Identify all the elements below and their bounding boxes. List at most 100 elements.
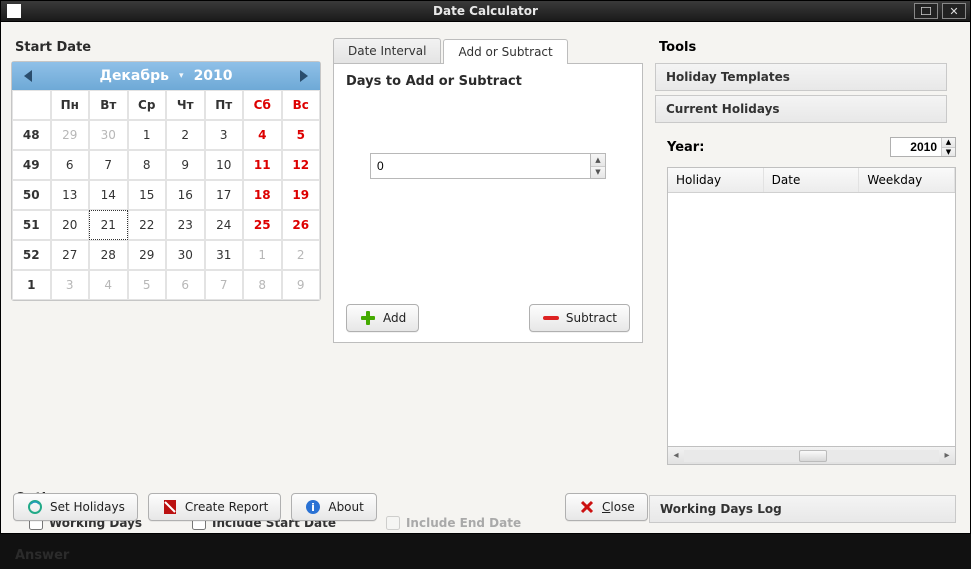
calendar-week-number: 48 [12, 120, 51, 150]
calendar-day[interactable]: 2 [166, 120, 205, 150]
holidays-table: Holiday Date Weekday [667, 167, 956, 447]
calendar-day[interactable]: 5 [282, 120, 321, 150]
scroll-grip[interactable] [799, 450, 827, 462]
info-icon: i [304, 498, 322, 516]
svg-text:i: i [311, 501, 315, 514]
days-spinner: ▲ ▼ [370, 153, 606, 179]
calendar-day[interactable]: 7 [89, 150, 128, 180]
calendar-day[interactable]: 7 [205, 270, 244, 300]
horizontal-scrollbar[interactable]: ◂ ▸ [667, 447, 956, 465]
calendar-day[interactable]: 26 [282, 210, 321, 240]
calendar-day[interactable]: 9 [166, 150, 205, 180]
set-holidays-label: Set Holidays [50, 500, 125, 514]
close-button[interactable]: Close [565, 493, 648, 521]
about-button[interactable]: i About [291, 493, 376, 521]
calendar-day[interactable]: 3 [51, 270, 90, 300]
days-input[interactable] [370, 153, 590, 179]
calendar-day[interactable]: 10 [205, 150, 244, 180]
scroll-right-button[interactable]: ▸ [939, 450, 955, 461]
calendar-day[interactable]: 25 [243, 210, 282, 240]
calendar-weekday-header: Ср [128, 90, 167, 120]
calendar-day[interactable]: 8 [128, 150, 167, 180]
calendar-day[interactable]: 17 [205, 180, 244, 210]
calendar-prev-button[interactable] [16, 65, 42, 87]
col-weekday[interactable]: Weekday [859, 168, 955, 192]
calendar-day[interactable]: 23 [166, 210, 205, 240]
middle-column: Date Interval Add or Subtract Days to Ad… [333, 30, 643, 465]
include-end-input [386, 516, 400, 530]
pdf-icon [161, 498, 179, 516]
calendar-year[interactable]: 2010 [194, 68, 233, 84]
include-end-checkbox: Include End Date [386, 516, 521, 530]
calendar-day[interactable]: 4 [89, 270, 128, 300]
calendar-weekday-header: Вт [89, 90, 128, 120]
calendar-day[interactable]: 15 [128, 180, 167, 210]
calendar-day[interactable]: 8 [243, 270, 282, 300]
tab-date-interval[interactable]: Date Interval [333, 38, 441, 63]
calendar-month[interactable]: Декабрь [99, 68, 169, 84]
window-close-button[interactable]: ✕ [942, 3, 966, 19]
tab-add-or-subtract[interactable]: Add or Subtract [443, 39, 567, 64]
calendar-weekday-header: Вс [282, 90, 321, 120]
calendar-weekday-header: Пн [51, 90, 90, 120]
add-button[interactable]: Add [346, 304, 419, 332]
start-date-label: Start Date [15, 40, 321, 55]
left-column: Start Date Декабрь▾ 2010 ПнВтСрЧтПтСбВс4… [11, 30, 321, 465]
calendar-day[interactable]: 12 [282, 150, 321, 180]
subtract-button-label: Subtract [566, 311, 617, 325]
calendar-day[interactable]: 19 [282, 180, 321, 210]
calendar-day[interactable]: 5 [128, 270, 167, 300]
scroll-track[interactable] [684, 450, 939, 462]
col-holiday[interactable]: Holiday [668, 168, 764, 192]
year-spinner: ▲ ▼ [890, 137, 956, 157]
subtract-button[interactable]: Subtract [529, 304, 630, 332]
year-input[interactable] [891, 138, 941, 156]
calendar-day[interactable]: 13 [51, 180, 90, 210]
calendar-day[interactable]: 29 [51, 120, 90, 150]
calendar-day[interactable]: 6 [51, 150, 90, 180]
calendar-day[interactable]: 20 [51, 210, 90, 240]
close-icon [578, 498, 596, 516]
accordion-working-days-log[interactable]: Working Days Log [649, 495, 956, 523]
calendar-day[interactable]: 4 [243, 120, 282, 150]
right-column: Tools Holiday Templates Current Holidays… [655, 30, 960, 465]
calendar-day[interactable]: 18 [243, 180, 282, 210]
col-date[interactable]: Date [764, 168, 860, 192]
window-maximize-button[interactable] [914, 3, 938, 19]
accordion-current-holidays[interactable]: Current Holidays [655, 95, 947, 123]
create-report-button[interactable]: Create Report [148, 493, 281, 521]
calendar-day[interactable]: 16 [166, 180, 205, 210]
calendar-day[interactable]: 30 [166, 240, 205, 270]
calendar-day[interactable]: 3 [205, 120, 244, 150]
calendar-weekday-header: Чт [166, 90, 205, 120]
year-up-button[interactable]: ▲ [942, 138, 955, 148]
include-end-label: Include End Date [406, 516, 521, 530]
spinner-up-button[interactable]: ▲ [591, 154, 605, 167]
calendar-day[interactable]: 31 [205, 240, 244, 270]
spinner-down-button[interactable]: ▼ [591, 167, 605, 179]
calendar-day[interactable]: 14 [89, 180, 128, 210]
calendar-day[interactable]: 24 [205, 210, 244, 240]
calendar-week-number: 52 [12, 240, 51, 270]
year-down-button[interactable]: ▼ [942, 148, 955, 157]
calendar-day[interactable]: 22 [128, 210, 167, 240]
calendar-grid: ПнВтСрЧтПтСбВс48293012345496789101112501… [12, 90, 320, 300]
calendar-next-button[interactable] [290, 65, 316, 87]
calendar-day[interactable]: 9 [282, 270, 321, 300]
calendar-day[interactable]: 29 [128, 240, 167, 270]
calendar-weeknum-header [12, 90, 51, 120]
calendar-day[interactable]: 2 [282, 240, 321, 270]
calendar-day[interactable]: 11 [243, 150, 282, 180]
accordion-holiday-templates[interactable]: Holiday Templates [655, 63, 947, 91]
calendar-day[interactable]: 30 [89, 120, 128, 150]
calendar-day[interactable]: 6 [166, 270, 205, 300]
set-holidays-button[interactable]: Set Holidays [13, 493, 138, 521]
calendar-day[interactable]: 27 [51, 240, 90, 270]
calendar-day[interactable]: 1 [243, 240, 282, 270]
calendar-day[interactable]: 21 [89, 210, 128, 240]
calendar-day[interactable]: 28 [89, 240, 128, 270]
scroll-left-button[interactable]: ◂ [668, 450, 684, 461]
calendar-day[interactable]: 1 [128, 120, 167, 150]
calendar: Декабрь▾ 2010 ПнВтСрЧтПтСбВс482930123454… [11, 61, 321, 301]
days-to-add-label: Days to Add or Subtract [346, 74, 630, 89]
